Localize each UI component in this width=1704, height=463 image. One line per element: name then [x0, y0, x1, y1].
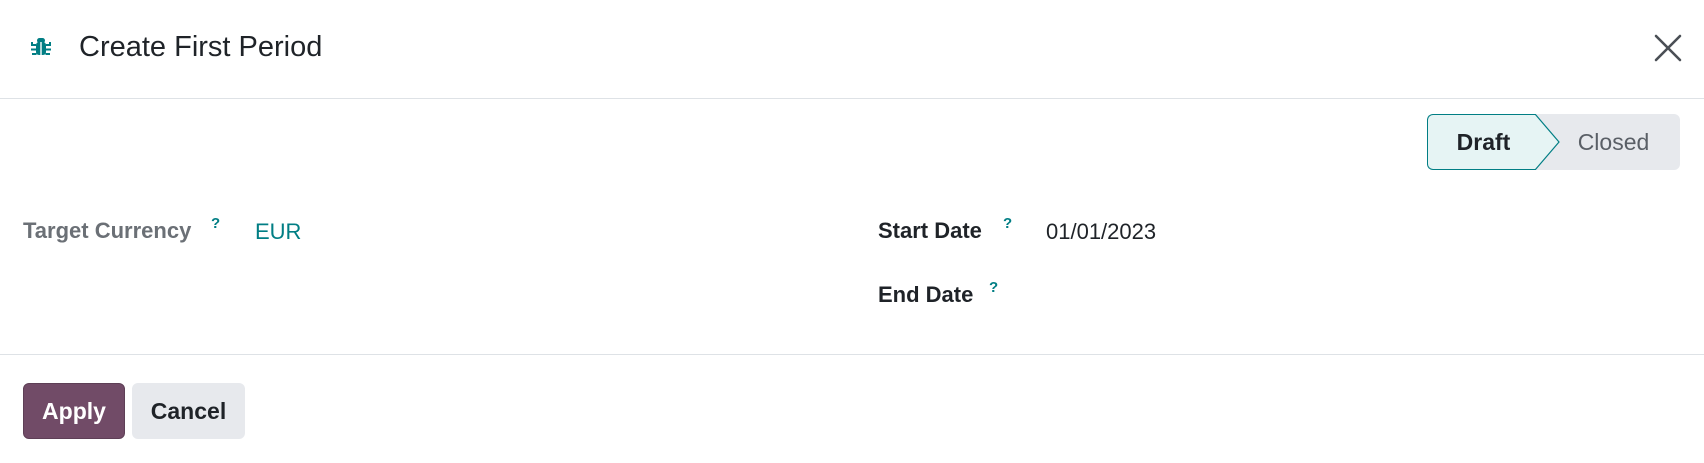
end-date-help-icon[interactable]: ?: [989, 280, 998, 296]
bug-icon: [31, 38, 51, 55]
end-date-label: End Date: [878, 282, 974, 307]
start-date-help-icon[interactable]: ?: [1003, 216, 1012, 232]
dialog-title: Create First Period: [79, 31, 323, 63]
stage-draft[interactable]: Draft: [1427, 114, 1535, 170]
end-date-value[interactable]: [1046, 281, 1346, 311]
target-currency-help-icon[interactable]: ?: [211, 216, 220, 232]
cancel-button[interactable]: Cancel: [132, 383, 245, 439]
close-icon[interactable]: [1650, 30, 1686, 66]
stage-arrow-separator: [1535, 114, 1560, 170]
start-date-label: Start Date: [878, 218, 982, 243]
start-date-value[interactable]: 01/01/2023: [1046, 217, 1156, 247]
target-currency-label: Target Currency: [23, 218, 192, 243]
dialog-header: Create First Period: [0, 0, 1704, 99]
stage-draft-label: Draft: [1456, 128, 1511, 155]
dialog-footer: Apply Cancel: [0, 354, 1704, 463]
target-currency-value[interactable]: EUR: [255, 217, 301, 247]
create-period-dialog: Create First Period Draft Closed Target …: [0, 0, 1704, 463]
apply-button[interactable]: Apply: [23, 383, 125, 439]
stage-closed-label: Closed: [1577, 128, 1650, 155]
